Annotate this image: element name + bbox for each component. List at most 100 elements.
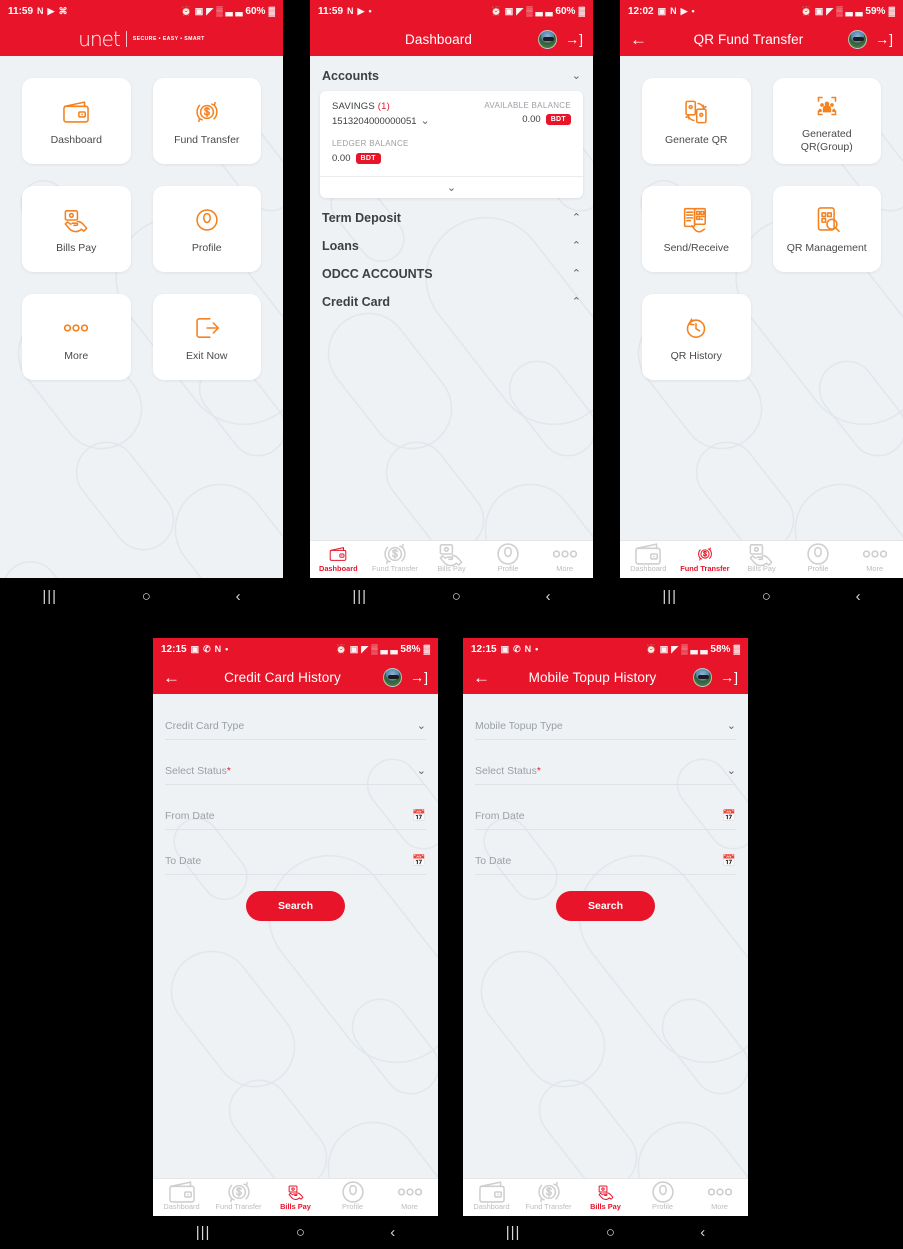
accounts-header[interactable]: Accounts ⌄ (320, 66, 583, 91)
tile-dashboard[interactable]: Dashboard (22, 78, 131, 164)
page-title: QR Fund Transfer (693, 31, 804, 47)
logout-icon[interactable]: →] (875, 32, 893, 46)
field-to-date[interactable]: To Date 📅 (165, 845, 426, 875)
home-button[interactable]: ○ (762, 589, 771, 604)
chevron-down-icon[interactable]: ⌄ (572, 70, 581, 82)
chevron-down-icon[interactable]: ⌄ (727, 765, 736, 777)
chevron-down-icon[interactable]: ⌄ (727, 720, 736, 732)
home-button[interactable]: ○ (296, 1225, 305, 1240)
back-button[interactable]: ← (163, 669, 185, 686)
back-button[interactable]: ← (473, 669, 495, 686)
tile-bills-pay[interactable]: Bills Pay (22, 186, 131, 272)
back-button[interactable]: ‹ (856, 589, 861, 604)
account-number[interactable]: 1513204000000051 ⌄ (332, 116, 430, 128)
calendar-icon[interactable]: 📅 (722, 810, 736, 822)
tab-fund-transfer[interactable]: Fund Transfer (210, 1181, 267, 1211)
back-button[interactable]: ‹ (236, 589, 241, 604)
N: N (670, 5, 677, 16)
tab-label: More (401, 1201, 418, 1211)
field-credit-card-type[interactable]: Credit Card Type ⌄ (165, 710, 426, 740)
tab-more[interactable]: More (536, 547, 593, 573)
bottom-tab-bar: Dashboard Fund Transfer Bills Pay Profile Mo… (463, 1178, 748, 1216)
field-to-date[interactable]: To Date 📅 (475, 845, 736, 875)
tab-dashboard[interactable]: Dashboard (310, 547, 367, 573)
tile-fund-transfer[interactable]: Fund Transfer (152, 78, 261, 164)
tile-exit-now[interactable]: Exit Now (152, 294, 261, 380)
home-button[interactable]: ○ (142, 589, 151, 604)
tab-more[interactable]: More (846, 547, 903, 573)
chevron-up-icon[interactable]: ⌃ (572, 240, 581, 252)
back-button[interactable]: ‹ (390, 1225, 395, 1240)
field-select-status[interactable]: Select Status* ⌄ (165, 755, 426, 785)
tab-profile[interactable]: Profile (324, 1181, 381, 1211)
tab-dashboard[interactable]: Dashboard (463, 1181, 520, 1211)
back-button[interactable]: ← (630, 31, 652, 48)
tab-bills-pay[interactable]: Bills Pay (423, 544, 480, 573)
tab-fund-transfer[interactable]: Fund Transfer (520, 1181, 577, 1211)
battery-level: 58% (400, 643, 421, 655)
tile-qr-management[interactable]: QR Management (772, 186, 881, 272)
chevron-up-icon[interactable]: ⌃ (572, 212, 581, 224)
logout-icon[interactable]: →] (720, 670, 738, 684)
chevron-down-icon[interactable]: ⌄ (421, 116, 430, 127)
field-from-date[interactable]: From Date 📅 (165, 800, 426, 830)
tile-qr-history[interactable]: QR History (642, 294, 751, 380)
home-button[interactable]: ○ (606, 1225, 615, 1240)
signal-icon: ▃ (225, 5, 233, 16)
tab-bills-pay[interactable]: Bills Pay (577, 1185, 634, 1211)
accordion-loans[interactable]: Loans ⌃ (322, 232, 581, 260)
tile-generate-qr[interactable]: Generate QR (642, 78, 751, 164)
tab-fund-transfer[interactable]: Fund Transfer (367, 543, 424, 573)
tab-fund-transfer[interactable]: Fund Transfer (677, 547, 734, 573)
tab-profile[interactable]: Profile (634, 1181, 691, 1211)
tab-label: Dashboard (318, 563, 358, 573)
chevron-up-icon[interactable]: ⌃ (572, 296, 581, 308)
expand-accounts-button[interactable]: ⌄ (320, 176, 583, 198)
home-button[interactable]: ○ (452, 589, 461, 604)
three-dots-icon (703, 1185, 737, 1200)
logout-icon[interactable]: →] (410, 670, 428, 684)
chevron-down-icon[interactable]: ⌄ (417, 720, 426, 732)
chevron-up-icon[interactable]: ⌃ (572, 268, 581, 280)
chevron-down-icon[interactable]: ⌄ (417, 765, 426, 777)
field-label: Select Status* (165, 765, 231, 777)
recents-button[interactable]: ||| (352, 589, 367, 604)
tile-generated-qr-group[interactable]: Generated QR(Group) (772, 78, 881, 164)
tab-more[interactable]: More (691, 1185, 748, 1211)
recents-button[interactable]: ||| (42, 589, 57, 604)
back-button[interactable]: ‹ (546, 589, 551, 604)
battery-icon: ▓ (423, 643, 430, 654)
recents-button[interactable]: ||| (662, 589, 677, 604)
field-mobile-topup-type[interactable]: Mobile Topup Type ⌄ (475, 710, 736, 740)
back-button[interactable]: ‹ (700, 1225, 705, 1240)
avatar[interactable] (538, 29, 558, 49)
accordion-credit-card[interactable]: Credit Card ⌃ (322, 288, 581, 316)
avatar[interactable] (383, 667, 403, 687)
calendar-icon[interactable]: 📅 (412, 855, 426, 867)
tab-profile[interactable]: Profile (480, 543, 537, 573)
tab-more[interactable]: More (381, 1185, 438, 1211)
tab-profile[interactable]: Profile (790, 543, 847, 573)
tab-bills-pay[interactable]: Bills Pay (733, 544, 790, 573)
accordion-term-deposit[interactable]: Term Deposit ⌃ (322, 204, 581, 232)
calendar-icon[interactable]: 📅 (722, 855, 736, 867)
calendar-icon[interactable]: 📅 (412, 810, 426, 822)
search-button[interactable]: Search (555, 891, 656, 921)
tile-more[interactable]: More (22, 294, 131, 380)
tab-bills-pay[interactable]: Bills Pay (267, 1185, 324, 1211)
tile-profile[interactable]: Profile (152, 186, 261, 272)
recents-button[interactable]: ||| (506, 1225, 521, 1240)
field-select-status[interactable]: Select Status* ⌄ (475, 755, 736, 785)
search-button[interactable]: Search (245, 891, 346, 921)
dollar-transfer-icon (222, 1181, 256, 1203)
tile-label: Dashboard (50, 134, 102, 147)
tile-send-receive[interactable]: Send/Receive (642, 186, 751, 272)
logout-icon[interactable]: →] (565, 32, 583, 46)
field-from-date[interactable]: From Date 📅 (475, 800, 736, 830)
tab-dashboard[interactable]: Dashboard (153, 1181, 210, 1211)
tab-dashboard[interactable]: Dashboard (620, 543, 677, 573)
accordion-odcc-accounts[interactable]: ODCC ACCOUNTS ⌃ (322, 260, 581, 288)
recents-button[interactable]: ||| (196, 1225, 211, 1240)
avatar[interactable] (848, 29, 868, 49)
avatar[interactable] (693, 667, 713, 687)
